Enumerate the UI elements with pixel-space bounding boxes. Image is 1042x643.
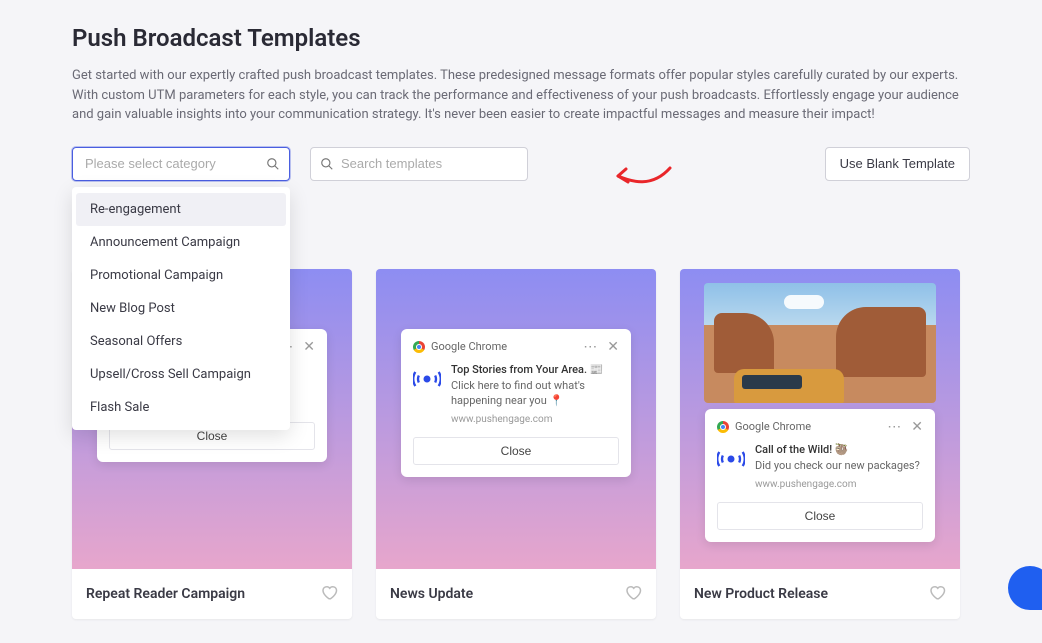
card-preview: Google Chrome ⋯ ✕ Call of the Wild bbox=[680, 269, 960, 569]
category-input[interactable] bbox=[72, 147, 290, 181]
category-select[interactable]: Re-engagement Announcement Campaign Prom… bbox=[72, 147, 290, 181]
notif-subtitle: Click here to find out what's happening … bbox=[451, 379, 619, 409]
search-icon bbox=[320, 156, 334, 175]
category-dropdown: Re-engagement Announcement Campaign Prom… bbox=[72, 187, 290, 430]
notif-title: Call of the Wild! 🦥 bbox=[755, 443, 920, 458]
browser-name: Google Chrome bbox=[735, 420, 811, 433]
card-title: Repeat Reader Campaign bbox=[86, 586, 245, 602]
use-blank-template-button[interactable]: Use Blank Template bbox=[825, 147, 970, 181]
notif-subtitle: Did you check our new packages? bbox=[755, 459, 920, 474]
hero-image bbox=[704, 283, 936, 403]
notif-site: www.pushengage.com bbox=[451, 413, 619, 427]
search-field[interactable] bbox=[310, 147, 528, 181]
notif-close-button[interactable]: Close bbox=[413, 437, 619, 465]
template-card[interactable]: Google Chrome ⋯ ✕ Call of the Wild bbox=[680, 269, 960, 619]
close-icon[interactable]: ✕ bbox=[911, 419, 923, 435]
card-title: News Update bbox=[390, 586, 473, 602]
category-option-seasonal[interactable]: Seasonal Offers bbox=[76, 325, 286, 358]
page-title: Push Broadcast Templates bbox=[72, 24, 970, 52]
notif-site: www.pushengage.com bbox=[755, 478, 920, 492]
annotation-arrow-icon bbox=[612, 160, 674, 190]
broadcast-icon bbox=[413, 365, 441, 393]
toolbar: Re-engagement Announcement Campaign Prom… bbox=[72, 147, 970, 181]
search-icon bbox=[266, 156, 280, 175]
close-icon[interactable]: ✕ bbox=[303, 339, 315, 355]
notification-preview: Google Chrome ⋯ ✕ Top Stories from Your … bbox=[401, 329, 631, 477]
card-title: New Product Release bbox=[694, 586, 828, 602]
chrome-icon bbox=[413, 341, 425, 353]
search-input[interactable] bbox=[310, 147, 528, 181]
more-icon[interactable]: ⋯ bbox=[887, 419, 901, 435]
notif-title: Top Stories from Your Area. 📰 bbox=[451, 363, 619, 378]
broadcast-icon bbox=[717, 445, 745, 473]
category-option-upsell[interactable]: Upsell/Cross Sell Campaign bbox=[76, 358, 286, 391]
card-preview: Google Chrome ⋯ ✕ Top Stories from Your … bbox=[376, 269, 656, 569]
close-icon[interactable]: ✕ bbox=[607, 339, 619, 355]
more-icon[interactable]: ⋯ bbox=[583, 339, 597, 355]
category-option-flashsale[interactable]: Flash Sale bbox=[76, 391, 286, 424]
browser-name: Google Chrome bbox=[431, 340, 507, 353]
category-option-announcement[interactable]: Announcement Campaign bbox=[76, 226, 286, 259]
category-option-blog[interactable]: New Blog Post bbox=[76, 292, 286, 325]
heart-icon[interactable] bbox=[320, 583, 338, 605]
template-card[interactable]: Google Chrome ⋯ ✕ Top Stories from Your … bbox=[376, 269, 656, 619]
heart-icon[interactable] bbox=[624, 583, 642, 605]
page-description: Get started with our expertly crafted pu… bbox=[72, 66, 970, 125]
notif-close-button[interactable]: Close bbox=[717, 502, 923, 530]
category-option-reengagement[interactable]: Re-engagement bbox=[76, 193, 286, 226]
notification-preview: Google Chrome ⋯ ✕ Call of the Wild bbox=[705, 409, 935, 542]
chrome-icon bbox=[717, 421, 729, 433]
category-option-promotional[interactable]: Promotional Campaign bbox=[76, 259, 286, 292]
heart-icon[interactable] bbox=[928, 583, 946, 605]
